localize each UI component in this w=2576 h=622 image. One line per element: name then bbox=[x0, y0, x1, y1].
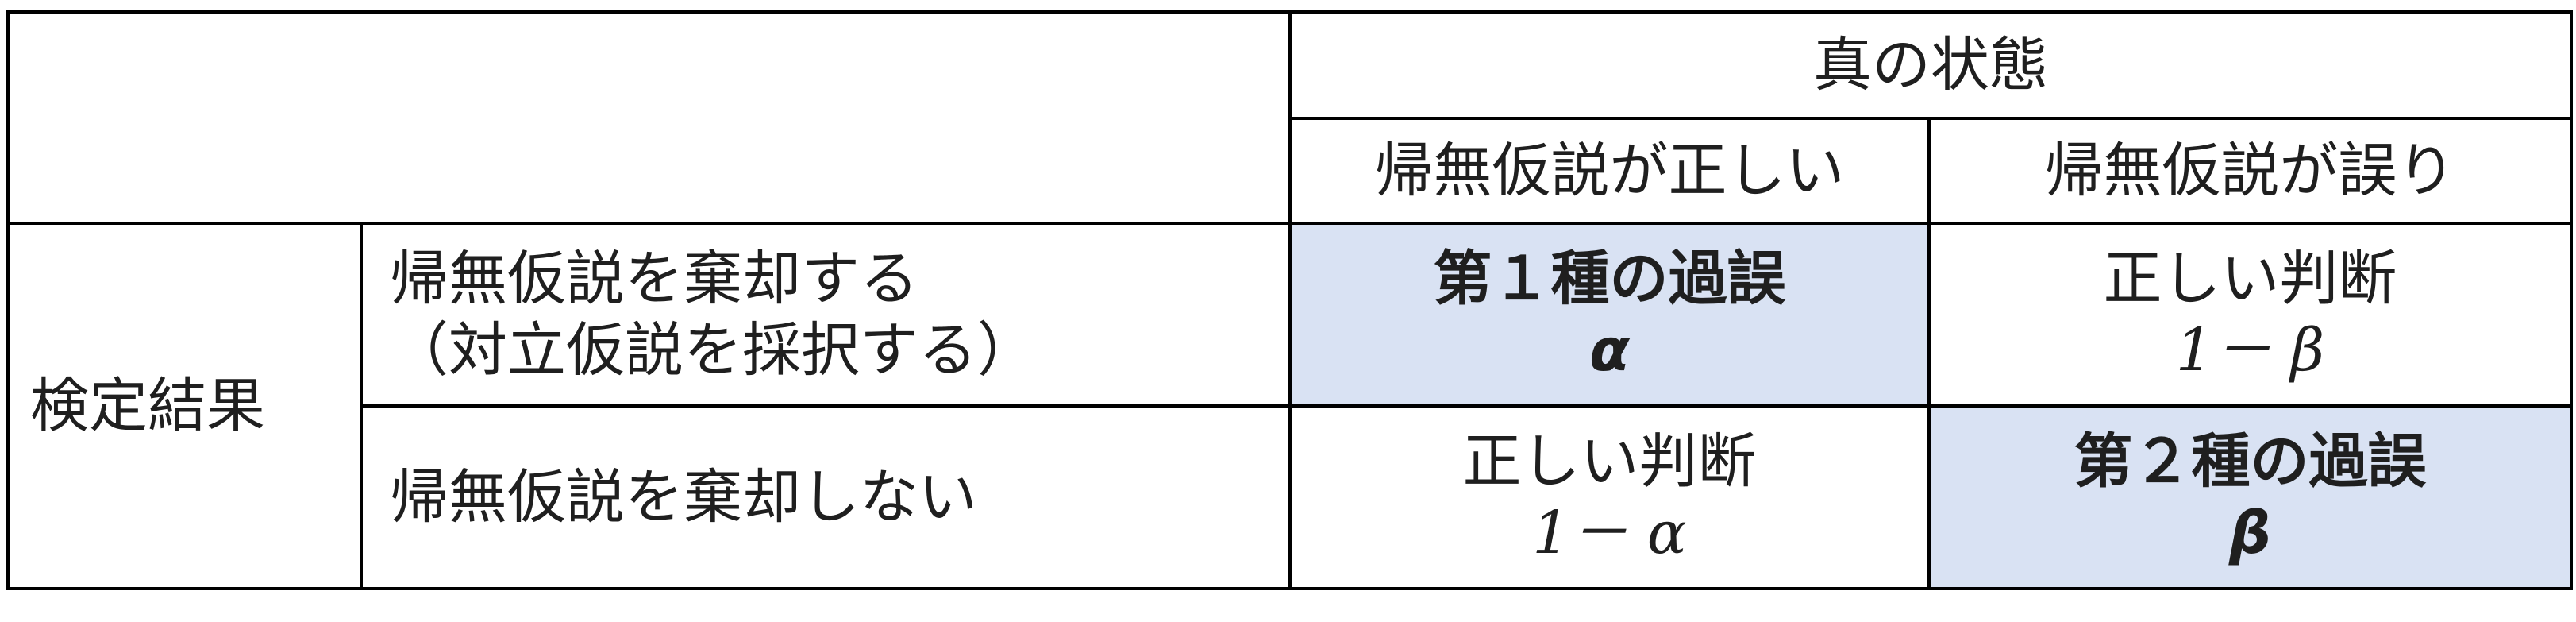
decision-reject-line1: 帰無仮説を棄却する bbox=[390, 244, 918, 313]
null-false-header: 帰無仮説が誤り bbox=[1927, 117, 2573, 225]
decision-not-reject-cell: 帰無仮説を棄却しない bbox=[360, 404, 1292, 590]
type-two-error-cell: 第２種の過誤 β bbox=[1927, 404, 2573, 590]
true-state-header: 真の状態 bbox=[1288, 10, 2573, 120]
table-row-reject: 検定結果 帰無仮説を棄却する （対立仮説を採択する） 第１種の過誤 α 正しい判… bbox=[6, 222, 2573, 590]
one-minus-alpha: 1－ α bbox=[1532, 499, 1687, 567]
type-one-error-label: 第１種の過誤 bbox=[1433, 244, 1786, 313]
type-two-error-label: 第２種の過誤 bbox=[2074, 427, 2427, 496]
correct-decision-label-2: 正しい判断 bbox=[1462, 427, 1757, 496]
decision-not-reject-line1: 帰無仮説を棄却しない bbox=[390, 462, 977, 531]
type-one-error-cell: 第１種の過誤 α bbox=[1288, 222, 1931, 408]
one-minus-beta: 1－ β bbox=[2175, 316, 2325, 384]
test-result-label: 検定結果 bbox=[6, 222, 363, 590]
correct-decision-label: 正しい判断 bbox=[2103, 244, 2397, 313]
null-true-header: 帰無仮説が正しい bbox=[1288, 117, 1931, 225]
alpha-symbol: α bbox=[1589, 316, 1630, 384]
header-row-true-state: 真の状態 bbox=[6, 10, 2573, 225]
decision-reject-cell: 帰無仮説を棄却する （対立仮説を採択する） bbox=[360, 222, 1292, 408]
table-row-not-reject: 帰無仮説を棄却しない 正しい判断 1－ α 第２種の過誤 β bbox=[8, 404, 2573, 590]
beta-symbol: β bbox=[2229, 499, 2271, 567]
correct-decision-power-cell: 正しい判断 1－ β bbox=[1927, 222, 2573, 408]
decision-reject-line2: （対立仮説を採択する） bbox=[390, 316, 1036, 384]
empty-corner-cell bbox=[6, 10, 1292, 225]
hypothesis-testing-table: 真の状態 帰無仮説が正しい 帰無仮説が誤り 検定結果 帰無仮説を棄却する （対立… bbox=[6, 10, 2573, 590]
hypothesis-testing-table-container: 真の状態 帰無仮説が正しい 帰無仮説が誤り 検定結果 帰無仮説を棄却する （対立… bbox=[6, 10, 2573, 590]
correct-decision-confidence-cell: 正しい判断 1－ α bbox=[1288, 404, 1931, 590]
